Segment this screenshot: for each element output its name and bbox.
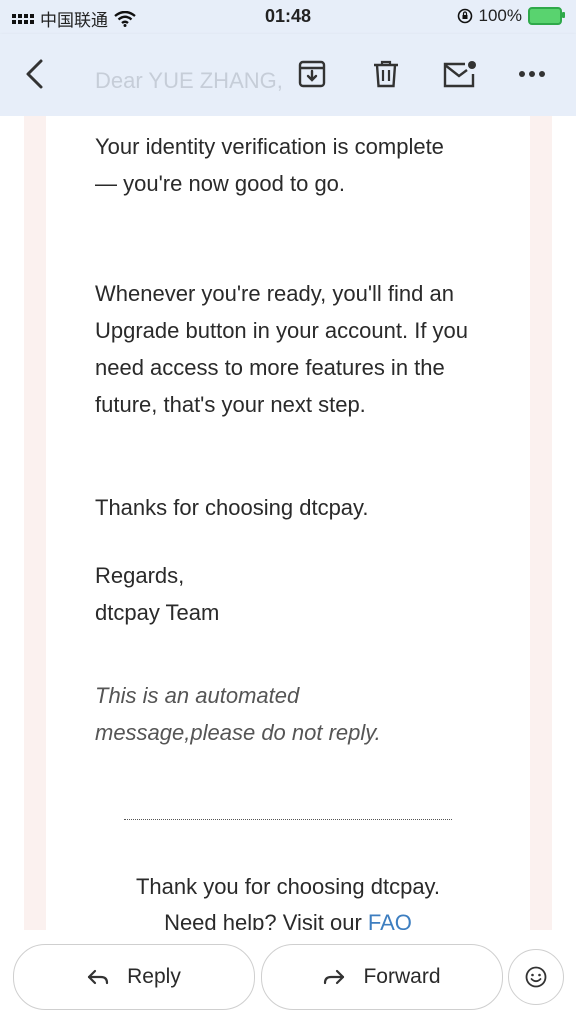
battery-percent: 100% <box>478 6 522 25</box>
status-bar: 中国联通 01:48 100% <box>0 0 576 34</box>
forward-button[interactable]: Forward <box>261 944 503 1010</box>
footer-help: Need help? Visit our FAQ <box>0 905 576 930</box>
delete-button[interactable] <box>366 54 406 94</box>
back-button[interactable] <box>14 54 54 94</box>
more-button[interactable] <box>512 54 552 94</box>
forward-icon <box>324 969 345 985</box>
archive-button[interactable] <box>292 54 332 94</box>
faq-link[interactable]: FAQ <box>368 910 412 930</box>
email-body: Your identity verification is complete —… <box>0 116 576 930</box>
divider <box>124 819 452 820</box>
right-margin-rail <box>530 116 552 930</box>
signoff: Regards, dtcpay Team <box>95 557 495 631</box>
thanks-paragraph: Thanks for choosing dtcpay. <box>95 495 369 520</box>
upgrade-paragraph: Whenever you're ready, you'll find an Up… <box>95 281 469 417</box>
back-icon <box>26 59 43 89</box>
more-icon <box>519 71 545 77</box>
reply-icon <box>88 969 109 985</box>
help-text: Need help? Visit our <box>164 910 368 930</box>
emoji-reaction-button[interactable] <box>508 949 564 1005</box>
mark-unread-button[interactable] <box>440 54 480 94</box>
status-right: 100% <box>457 6 565 26</box>
subject-preview: Dear YUE ZHANG, <box>95 68 283 93</box>
left-margin-rail <box>24 116 46 930</box>
reply-label: Reply <box>127 965 181 988</box>
automated-notice: This is an automated message,please do n… <box>95 683 381 745</box>
bottom-action-bar: Reply Forward <box>0 930 576 1024</box>
forward-label: Forward <box>363 965 441 988</box>
footer-thanks: Thank you for choosing dtcpay. <box>135 874 441 899</box>
smiley-icon <box>525 966 547 988</box>
reply-button[interactable]: Reply <box>13 944 255 1010</box>
battery-icon <box>528 7 565 25</box>
trash-icon <box>374 60 398 88</box>
team-name: dtcpay Team <box>95 600 220 625</box>
archive-icon <box>298 60 326 88</box>
regards-text: Regards, <box>95 563 185 588</box>
orientation-lock-icon <box>457 8 472 24</box>
email-toolbar: Dear YUE ZHANG, <box>0 34 576 116</box>
verification-paragraph: Your identity verification is complete —… <box>95 134 444 196</box>
mark-unread-icon <box>443 61 476 88</box>
